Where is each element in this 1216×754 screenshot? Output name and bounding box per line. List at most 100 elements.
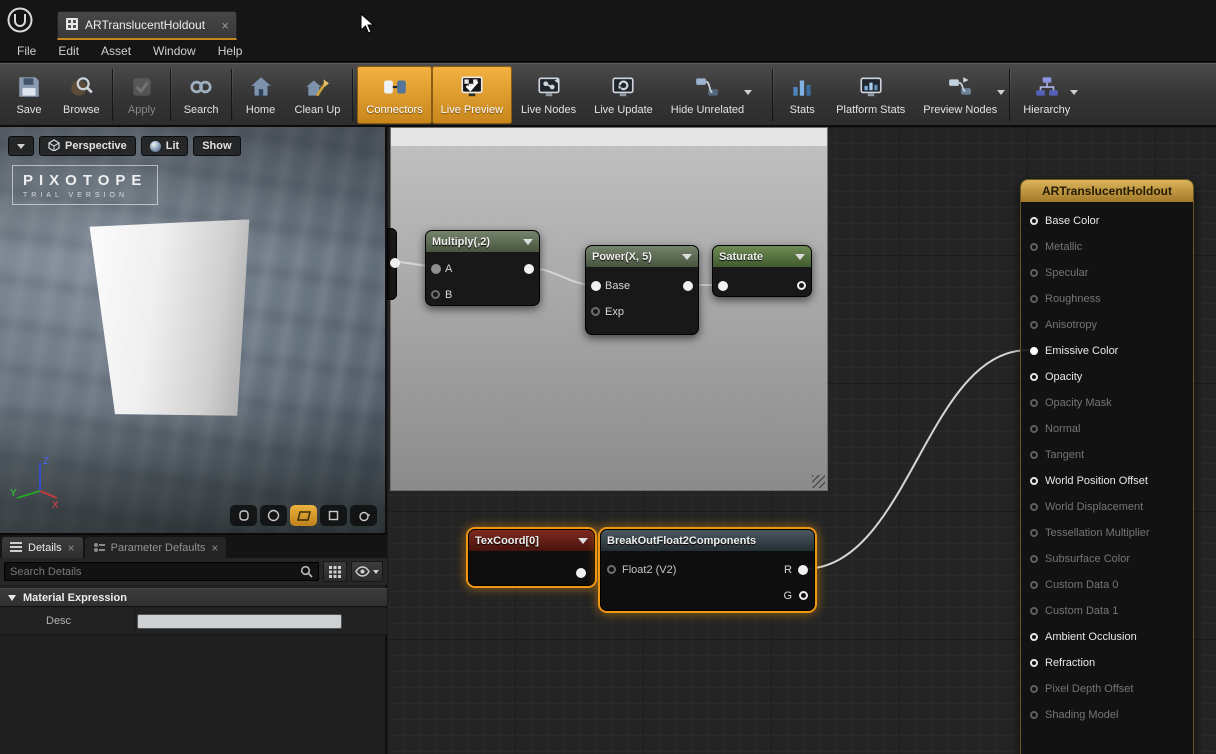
close-icon[interactable]: ×: [211, 541, 218, 555]
node-multiply[interactable]: Multiply(,2) A B: [425, 230, 540, 306]
menu-asset[interactable]: Asset: [90, 44, 142, 58]
lit-button[interactable]: Lit: [141, 136, 188, 156]
viewport-options-button[interactable]: [8, 136, 34, 156]
pin-custom-data-1[interactable]: Custom Data 1: [1030, 603, 1118, 619]
preview-cylinder-button[interactable]: [230, 505, 257, 526]
node-header[interactable]: Saturate: [713, 246, 811, 267]
chevron-down-icon[interactable]: [795, 254, 805, 260]
chevron-down-icon[interactable]: [997, 90, 1005, 95]
node-breakout-float2[interactable]: BreakOutFloat2Components Float2 (V2) R G: [600, 529, 815, 611]
search-details-input[interactable]: [10, 566, 300, 578]
node-saturate[interactable]: Saturate: [712, 245, 812, 297]
pin-specular[interactable]: Specular: [1030, 265, 1088, 281]
partial-node[interactable]: [387, 228, 397, 300]
pin-tessellation-multiplier[interactable]: Tessellation Multiplier: [1030, 525, 1150, 541]
asset-tab[interactable]: ARTranslucentHoldout ×: [57, 11, 237, 40]
pin-subsurface-color[interactable]: Subsurface Color: [1030, 551, 1130, 567]
pin-refraction[interactable]: Refraction: [1030, 655, 1095, 671]
show-button[interactable]: Show: [193, 136, 240, 156]
live-preview-toggle-button[interactable]: Live Preview: [432, 66, 512, 124]
stats-toggle-button[interactable]: Stats: [777, 66, 827, 124]
details-panel: Details × Parameter Defaults ×: [0, 533, 387, 754]
clean-up-button[interactable]: Clean Up: [286, 66, 350, 124]
input-pin-float2[interactable]: [607, 565, 616, 574]
pin-opacity[interactable]: Opacity: [1030, 369, 1082, 385]
material-asset-icon: [65, 17, 79, 34]
pin-label: Custom Data 1: [1045, 605, 1118, 617]
search-button[interactable]: Search: [175, 66, 228, 124]
chevron-down-icon[interactable]: [682, 254, 692, 260]
material-node-header[interactable]: ARTranslucentHoldout: [1021, 180, 1193, 202]
perspective-button[interactable]: Perspective: [39, 136, 136, 156]
preview-nodes-button[interactable]: Preview Nodes: [914, 66, 1006, 124]
visibility-filter-button[interactable]: [351, 561, 383, 582]
output-pin-g[interactable]: [799, 591, 808, 600]
chevron-down-icon[interactable]: [578, 538, 588, 544]
pin-emissive-color[interactable]: Emissive Color: [1030, 343, 1118, 359]
live-update-toggle-button[interactable]: Live Update: [585, 66, 662, 124]
pin-anisotropy[interactable]: Anisotropy: [1030, 317, 1097, 333]
menu-window[interactable]: Window: [142, 44, 207, 58]
browse-button[interactable]: Browse: [54, 66, 109, 124]
node-header[interactable]: TexCoord[0]: [469, 530, 594, 551]
chevron-down-icon[interactable]: [744, 90, 752, 95]
material-graph-canvas[interactable]: Multiply(,2) A B Power(X, 5) Base Exp Sa: [387, 127, 1216, 754]
input-pin-a[interactable]: [431, 264, 441, 274]
input-pin-exp[interactable]: [591, 307, 600, 316]
preview-teapot-button[interactable]: [350, 505, 377, 526]
input-pin-base[interactable]: [591, 281, 601, 291]
connectors-toggle-button[interactable]: Connectors: [357, 66, 431, 124]
chevron-down-icon[interactable]: [523, 239, 533, 245]
pin-ambient-occlusion[interactable]: Ambient Occlusion: [1030, 629, 1137, 645]
pin-world-displacement[interactable]: World Displacement: [1030, 499, 1143, 515]
pin-roughness[interactable]: Roughness: [1030, 291, 1101, 307]
output-pin[interactable]: [797, 281, 806, 290]
apply-button[interactable]: Apply: [117, 66, 167, 124]
close-icon[interactable]: ×: [68, 541, 75, 555]
output-pin[interactable]: [390, 258, 400, 268]
pin-pixel-depth-offset[interactable]: Pixel Depth Offset: [1030, 681, 1133, 697]
node-texcoord[interactable]: TexCoord[0]: [468, 529, 595, 586]
menu-help[interactable]: Help: [207, 44, 254, 58]
pin-world-position-offset[interactable]: World Position Offset: [1030, 473, 1148, 489]
desc-input[interactable]: [137, 614, 342, 629]
hide-unrelated-toggle-button[interactable]: Hide Unrelated: [662, 66, 753, 124]
node-header[interactable]: BreakOutFloat2Components: [601, 530, 814, 551]
preview-sphere-button[interactable]: [260, 505, 287, 526]
pin-custom-data-0[interactable]: Custom Data 0: [1030, 577, 1118, 593]
input-pin-b[interactable]: [431, 290, 440, 299]
pin-base-color[interactable]: Base Color: [1030, 213, 1099, 229]
menu-file[interactable]: File: [6, 44, 47, 58]
tab-details[interactable]: Details ×: [2, 537, 83, 558]
live-nodes-toggle-button[interactable]: Live Nodes: [512, 66, 585, 124]
output-pin[interactable]: [683, 281, 693, 291]
output-pin[interactable]: [576, 568, 586, 578]
preview-cube-button[interactable]: [320, 505, 347, 526]
output-pin[interactable]: [524, 264, 534, 274]
node-material-result[interactable]: ARTranslucentHoldout Base Color Metallic…: [1020, 179, 1194, 754]
hierarchy-button[interactable]: Hierarchy: [1014, 66, 1079, 124]
material-expression-section-header[interactable]: Material Expression: [0, 588, 387, 607]
tab-parameter-defaults[interactable]: Parameter Defaults ×: [85, 537, 227, 558]
platform-stats-button[interactable]: Platform Stats: [827, 66, 914, 124]
menu-edit[interactable]: Edit: [47, 44, 90, 58]
pin-shading-model[interactable]: Shading Model: [1030, 707, 1118, 723]
home-button[interactable]: Home: [236, 66, 286, 124]
preview-viewport[interactable]: Perspective Lit Show PIXOTOPE TRIAL VERS…: [0, 127, 387, 533]
pin-normal[interactable]: Normal: [1030, 421, 1080, 437]
close-icon[interactable]: ×: [221, 19, 229, 32]
preview-plane-button[interactable]: [290, 505, 317, 526]
pin-opacity-mask[interactable]: Opacity Mask: [1030, 395, 1112, 411]
axis-z-label: Z: [43, 456, 49, 467]
chevron-down-icon[interactable]: [1070, 90, 1078, 95]
save-button[interactable]: Save: [4, 66, 54, 124]
input-pin[interactable]: [718, 281, 728, 291]
node-header[interactable]: Power(X, 5): [586, 246, 698, 267]
output-pin-r[interactable]: [798, 565, 808, 575]
node-power[interactable]: Power(X, 5) Base Exp: [585, 245, 699, 335]
node-header[interactable]: Multiply(,2): [426, 231, 539, 252]
pin-metallic[interactable]: Metallic: [1030, 239, 1082, 255]
pin-tangent[interactable]: Tangent: [1030, 447, 1084, 463]
property-matrix-button[interactable]: [323, 561, 347, 582]
main-toolbar: Save Browse Apply Search Home Clean Up C…: [0, 63, 1216, 127]
